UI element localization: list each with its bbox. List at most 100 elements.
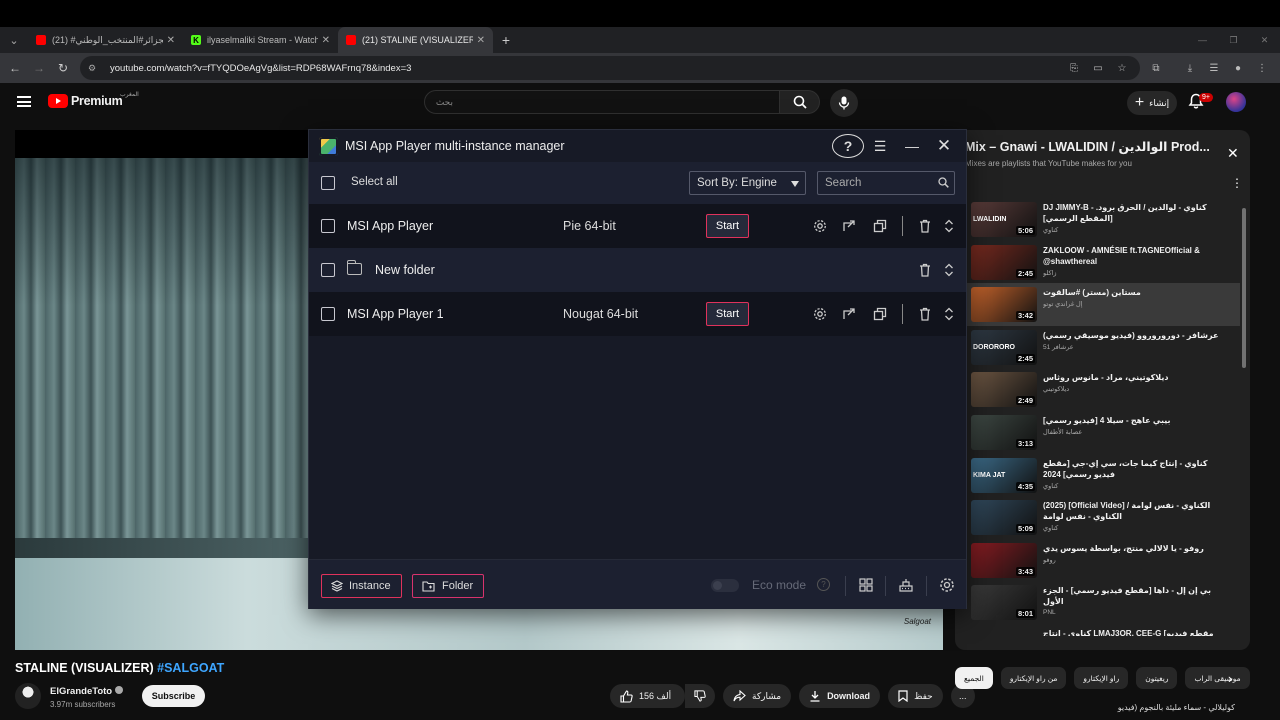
video-thumbnail[interactable]: 8:01 bbox=[971, 585, 1037, 621]
select-all-checkbox[interactable] bbox=[321, 176, 335, 190]
new-folder-button[interactable]: Folder bbox=[412, 574, 485, 598]
voice-search-button[interactable] bbox=[830, 89, 858, 117]
url-field[interactable]: ⚙ youtube.com/watch?v=fTYQDOeAgVg&list=R… bbox=[80, 56, 1140, 80]
new-instance-button[interactable]: Instance bbox=[321, 574, 402, 598]
instance-row[interactable]: MSI App Player Pie 64-bit Start bbox=[309, 204, 966, 248]
search-input[interactable]: بحث bbox=[424, 90, 780, 114]
maximize-icon[interactable]: ❐ bbox=[1218, 27, 1249, 53]
msi-title-bar[interactable]: MSI App Player multi-instance manager ? … bbox=[309, 130, 966, 162]
reading-list-icon[interactable]: ☰ bbox=[1202, 63, 1226, 74]
minimize-icon[interactable]: — bbox=[896, 134, 928, 158]
playlist-item-title[interactable]: ديلاكوتيني، مراد - مانوس روثاس bbox=[1043, 372, 1223, 383]
instance-checkbox[interactable] bbox=[321, 219, 335, 233]
playlist-item[interactable]: 3:13 بيبي عاهج - سيلا 4 [فيديو رسمي] عصابة… bbox=[955, 411, 1240, 454]
save-button[interactable]: حفظ bbox=[888, 684, 943, 708]
video-thumbnail[interactable]: 3:43 bbox=[971, 542, 1037, 578]
account-avatar[interactable] bbox=[1226, 92, 1246, 112]
playlist-item[interactable]: 2:49 ديلاكوتيني، مراد - مانوس روثاس ديلاكو… bbox=[955, 368, 1240, 411]
playlist-item-title[interactable]: كناوي - إنتاج LMAJ3OR, CEE-G [مقطع فيديو bbox=[1043, 628, 1214, 636]
select-all-label[interactable]: Select all bbox=[351, 176, 398, 188]
playlist-item-title[interactable]: كناوي - إنتاج كيما جات، سي إي-جي [مقطع ف… bbox=[1043, 458, 1223, 480]
video-thumbnail[interactable]: 3:42 bbox=[971, 287, 1037, 323]
settings-gear-icon[interactable] bbox=[812, 218, 828, 234]
extensions-icon[interactable]: ⧉ bbox=[1144, 63, 1168, 74]
tab-search-dropdown-icon[interactable]: ⌄ bbox=[0, 27, 28, 53]
tab-close-icon[interactable]: ✕ bbox=[322, 35, 330, 46]
delete-trash-icon[interactable] bbox=[917, 262, 933, 278]
video-thumbnail[interactable]: 2:49 bbox=[971, 372, 1037, 408]
next-video-peek[interactable]: كوليلالي - سماء مليئة بالنجوم (فيديو bbox=[955, 700, 1250, 720]
playlist-item[interactable]: كناوي - إنتاج LMAJ3OR, CEE-G [مقطع فيديو bbox=[955, 624, 1240, 636]
playlist-item-title[interactable]: روفو - يا لالالي منتج، بواسطة يسوس يدي bbox=[1043, 543, 1223, 554]
site-info-icon[interactable]: ⚙ bbox=[88, 63, 102, 74]
chip[interactable]: موسيقى الراب bbox=[1185, 667, 1250, 689]
search-button[interactable] bbox=[780, 90, 820, 114]
chip[interactable]: ريغيتون bbox=[1136, 667, 1178, 689]
back-icon[interactable]: ← bbox=[3, 61, 27, 75]
playlist-item-title[interactable]: مستاين (مستر) #سالقوت bbox=[1043, 287, 1223, 298]
browser-tab-2[interactable]: K ilyaselmaliki Stream - Watch Live ✕ bbox=[183, 27, 338, 53]
eco-help-icon[interactable]: ? bbox=[817, 578, 830, 591]
mix-title[interactable]: Mix – Gnawi - LWALIDIN / الوالدين Prod..… bbox=[965, 139, 1210, 154]
shortcut-icon[interactable] bbox=[841, 218, 857, 234]
playlist-item[interactable]: DORORORO 2:45 عرشافر - دوروروروو (فيديو مو… bbox=[955, 326, 1240, 369]
playlist-item[interactable]: KIMA JAT 4:35 كناوي - إنتاج كيما جات، سي إ… bbox=[955, 454, 1240, 497]
instance-checkbox[interactable] bbox=[321, 307, 335, 321]
video-thumbnail[interactable]: DORORORO 2:45 bbox=[971, 329, 1037, 365]
playlist-item[interactable]: LWALIDIN 5:06 DJ JIMMY-B - كناوي - لوالدين… bbox=[955, 198, 1240, 241]
clone-instance-icon[interactable] bbox=[872, 306, 888, 322]
subscribe-button[interactable]: Subscribe bbox=[142, 685, 205, 707]
like-icon[interactable] bbox=[620, 689, 633, 703]
delete-trash-icon[interactable] bbox=[917, 218, 933, 234]
close-window-icon[interactable]: ✕ bbox=[1249, 27, 1280, 53]
settings-gear-icon[interactable] bbox=[938, 576, 956, 594]
folder-checkbox[interactable] bbox=[321, 263, 335, 277]
forward-icon[interactable]: → bbox=[27, 61, 51, 75]
playlist-item[interactable]: 3:42 مستاين (مستر) #سالقوت إل غراندي توتو bbox=[955, 283, 1240, 326]
sync-operations-icon[interactable] bbox=[897, 576, 915, 594]
video-hashtag[interactable]: #SALGOAT bbox=[157, 661, 224, 675]
chip[interactable]: من راو الإيكتارو bbox=[1000, 667, 1067, 689]
playlist-item[interactable]: 5:09 (2025) [Official Video] الكناوي - نف… bbox=[955, 496, 1240, 539]
reorder-arrows-icon[interactable] bbox=[941, 306, 957, 322]
menu-dots-icon[interactable]: ⋮ bbox=[1250, 63, 1274, 74]
start-instance-button[interactable]: Start bbox=[706, 302, 749, 326]
folder-row[interactable]: New folder bbox=[309, 248, 966, 292]
instance-row[interactable]: MSI App Player 1 Nougat 64-bit Start bbox=[309, 292, 966, 336]
video-thumbnail[interactable]: 5:09 bbox=[971, 500, 1037, 536]
chips-next-icon[interactable]: › bbox=[1228, 671, 1232, 686]
menu-icon[interactable]: ☰ bbox=[864, 134, 896, 158]
youtube-logo[interactable]: Premium bbox=[48, 94, 123, 108]
channel-avatar[interactable] bbox=[15, 683, 41, 709]
close-playlist-icon[interactable]: ✕ bbox=[1227, 145, 1239, 162]
tab-close-icon[interactable]: ✕ bbox=[477, 35, 485, 46]
new-tab-icon[interactable]: + bbox=[493, 32, 519, 48]
dislike-button[interactable] bbox=[685, 684, 715, 708]
profile-icon[interactable]: ● bbox=[1226, 63, 1250, 74]
shortcut-icon[interactable] bbox=[841, 306, 857, 322]
playlist-item[interactable]: 8:01 بي إن إل - داها [مقطع فيديو رسمي] - … bbox=[955, 581, 1240, 624]
tab-close-icon[interactable]: ✕ bbox=[167, 35, 175, 46]
browser-tab-1[interactable]: (21) #الجزائر#المنتخب_الوطني # ✕ bbox=[28, 27, 183, 53]
video-thumbnail[interactable]: LWALIDIN 5:06 bbox=[971, 202, 1037, 237]
browser-tab-3[interactable]: (21) STALINE (VISUALIZER) # ✕ bbox=[338, 27, 493, 53]
download-button[interactable]: Download bbox=[799, 684, 881, 708]
settings-gear-icon[interactable] bbox=[812, 306, 828, 322]
bookmark-star-icon[interactable]: ☆ bbox=[1110, 63, 1134, 74]
playlist-item-title[interactable]: ZAKLOOW - AMNÉSIE ft.TAGNEOfficial & @sh… bbox=[1043, 245, 1223, 267]
start-instance-button[interactable]: Start bbox=[706, 214, 749, 238]
eco-mode-toggle[interactable] bbox=[711, 579, 739, 592]
chip-all[interactable]: الجميع bbox=[955, 667, 993, 689]
clone-instance-icon[interactable] bbox=[872, 218, 888, 234]
playlist-item[interactable]: 3:43 روفو - يا لالالي منتج، بواسطة يسوس ي… bbox=[955, 539, 1240, 582]
reload-icon[interactable]: ↻ bbox=[51, 61, 75, 75]
channel-name[interactable]: ElGrandeToto bbox=[50, 686, 124, 697]
downloads-icon[interactable]: ⤓ bbox=[1178, 63, 1202, 74]
playlist-item-title[interactable]: بي إن إل - داها [مقطع فيديو رسمي] - الجز… bbox=[1043, 585, 1223, 607]
playlist-item[interactable]: 2:45 ZAKLOOW - AMNÉSIE ft.TAGNEOfficial &… bbox=[955, 241, 1240, 284]
close-icon[interactable]: ✕ bbox=[928, 134, 960, 158]
video-thumbnail[interactable]: KIMA JAT 4:35 bbox=[971, 457, 1037, 493]
delete-trash-icon[interactable] bbox=[917, 306, 933, 322]
playlist-item-title[interactable]: DJ JIMMY-B - كناوي - لوالدين / الحرق برو… bbox=[1043, 202, 1223, 224]
reorder-arrows-icon[interactable] bbox=[941, 262, 957, 278]
